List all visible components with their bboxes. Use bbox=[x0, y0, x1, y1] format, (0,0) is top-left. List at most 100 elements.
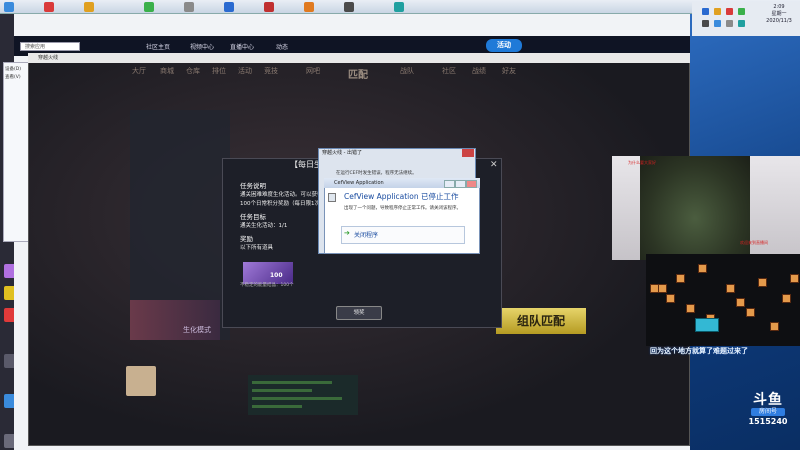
close-icon[interactable]: ✕ bbox=[490, 160, 498, 170]
task-desc-heading: 任务说明 bbox=[240, 182, 266, 190]
brick-tile bbox=[746, 308, 755, 317]
brick-tile bbox=[726, 284, 735, 293]
bio-mode-button[interactable]: 生化模式 bbox=[183, 325, 211, 335]
brick-tile bbox=[698, 264, 707, 273]
game-menu-item[interactable]: 商城 bbox=[160, 66, 174, 76]
tray-app-icon[interactable] bbox=[726, 8, 733, 15]
minimize-icon[interactable] bbox=[444, 180, 455, 188]
tray-app2-icon[interactable] bbox=[738, 8, 745, 15]
game-menu-item[interactable]: 社区 bbox=[442, 66, 456, 76]
reward-heading: 奖励 bbox=[240, 235, 253, 243]
reward-crystal-icon[interactable] bbox=[243, 262, 293, 284]
arrow-right-icon: ➔ bbox=[344, 229, 350, 237]
stat-bar bbox=[252, 381, 332, 384]
receive-button[interactable]: 领奖 bbox=[336, 306, 382, 320]
left-popup-item[interactable]: 设备(D) bbox=[5, 66, 29, 74]
game-title-bar[interactable]: 穿越火线 bbox=[28, 53, 690, 63]
app8-icon[interactable] bbox=[304, 2, 314, 12]
room-number: 1515240 bbox=[748, 417, 788, 426]
task-goal-text: 通关生化活动：1/1 bbox=[240, 223, 288, 229]
game-menu-item[interactable]: 活动 bbox=[238, 66, 252, 76]
error-outer-warning: 在运行CEF时发生错误，程序无法继续。 bbox=[336, 171, 417, 176]
app6-icon[interactable] bbox=[224, 2, 234, 12]
tray-app6-icon[interactable] bbox=[738, 20, 745, 27]
avatar[interactable] bbox=[126, 366, 156, 396]
error-heading: CefView Application 已停止工作 bbox=[344, 192, 459, 201]
reward-count: 100 bbox=[270, 272, 283, 279]
left-popup-window bbox=[3, 62, 31, 242]
game-menu: 大厅 商城 仓库 排位 活动 竞技 网吧 战队 社区 战绩 好友 bbox=[120, 66, 560, 80]
clock-time: 2:09 bbox=[773, 4, 785, 10]
stat-bar bbox=[252, 397, 342, 400]
taskbar bbox=[0, 0, 800, 14]
tray-app4-icon[interactable] bbox=[714, 20, 721, 27]
tray-app3-icon[interactable] bbox=[702, 20, 709, 27]
task-goal-heading: 任务目标 bbox=[240, 213, 266, 221]
team-match-button[interactable]: 组队匹配 bbox=[496, 308, 586, 334]
douyu-watermark: 斗鱼 房间号 1515240 bbox=[740, 392, 796, 432]
close-icon[interactable] bbox=[466, 180, 477, 188]
nav-feed[interactable]: 动态 bbox=[276, 42, 288, 51]
game-menu-item[interactable]: 好友 bbox=[502, 66, 516, 76]
brick-tile bbox=[790, 274, 799, 283]
task-dialog-body: 任务说明 通关困难难度生化活动。可以获得100个日常积分奖励（每日限1次） 任务… bbox=[240, 182, 330, 253]
game-menu-item[interactable]: 战绩 bbox=[472, 66, 486, 76]
app-window-icon bbox=[328, 193, 336, 202]
brick-tile bbox=[666, 294, 675, 303]
app5-icon[interactable] bbox=[184, 2, 194, 12]
danmu-comment: 回为这个地方就算了难题过来了 bbox=[650, 347, 748, 355]
app1-icon[interactable] bbox=[4, 2, 14, 12]
close-program-button[interactable]: 关闭程序 bbox=[341, 226, 465, 244]
brick-tile bbox=[782, 294, 791, 303]
stat-bar bbox=[252, 389, 312, 392]
app9-icon[interactable] bbox=[344, 2, 354, 12]
brick-tile bbox=[658, 284, 667, 293]
douyu-logo: 斗鱼 bbox=[753, 392, 783, 408]
clock[interactable]: 2:09 星期一 2020/11/3 bbox=[760, 4, 798, 25]
nav-video[interactable]: 视频中心 bbox=[190, 42, 214, 51]
stats-panel bbox=[248, 375, 358, 415]
left-popup-item[interactable]: 查看(V) bbox=[5, 74, 29, 82]
game-menu-item[interactable]: 仓库 bbox=[186, 66, 200, 76]
game-menu-item[interactable]: 排位 bbox=[212, 66, 226, 76]
brick-tile bbox=[686, 304, 695, 313]
game-overlay bbox=[646, 254, 800, 346]
nav-community[interactable]: 社区主页 bbox=[146, 42, 170, 51]
game-menu-item[interactable]: 战队 bbox=[400, 66, 414, 76]
app3-icon[interactable] bbox=[84, 2, 94, 12]
pipe-tile bbox=[695, 318, 719, 332]
room-label: 房间号 bbox=[751, 408, 785, 416]
left-popup-menu: 设备(D) 查看(V) bbox=[5, 66, 29, 82]
brick-tile bbox=[676, 274, 685, 283]
app2-icon[interactable] bbox=[44, 2, 54, 12]
tray-app5-icon[interactable] bbox=[726, 20, 733, 27]
error-message: 出现了一个问题，导致程序停止正常工作。请关闭该程序。 bbox=[344, 206, 461, 211]
stat-bar bbox=[252, 405, 302, 408]
match-tab[interactable]: 匹配 bbox=[348, 66, 368, 81]
game-menu-item[interactable]: 竞技 bbox=[264, 66, 278, 76]
webcam-red-text: 欢迎来到直播间 bbox=[740, 240, 768, 245]
app10-icon[interactable] bbox=[394, 2, 404, 12]
app7-icon[interactable] bbox=[264, 2, 274, 12]
close-icon[interactable] bbox=[462, 149, 474, 157]
webcam-banner: 为什么要大家好 bbox=[628, 160, 656, 165]
brick-tile bbox=[770, 322, 779, 331]
task-desc-text: 通关困难难度生化活动。可以获得100个日常积分奖励（每日限1次） bbox=[240, 192, 326, 207]
nav-live[interactable]: 直播中心 bbox=[230, 42, 254, 51]
reward-text: 以下所有道具 bbox=[240, 245, 274, 251]
search-input[interactable]: 搜索应用 bbox=[20, 42, 80, 51]
game-menu-item[interactable]: 网吧 bbox=[306, 66, 320, 76]
streamer-video bbox=[640, 156, 750, 260]
game-menu-item[interactable]: 大厅 bbox=[132, 66, 146, 76]
tray-network-icon[interactable] bbox=[702, 8, 709, 15]
clock-date: 2020/11/3 bbox=[766, 18, 792, 24]
tray-volume-icon[interactable] bbox=[714, 8, 721, 15]
clock-day: 星期一 bbox=[771, 11, 787, 17]
maximize-icon[interactable] bbox=[455, 180, 466, 188]
live-button[interactable]: 活动 bbox=[486, 39, 522, 52]
brick-tile bbox=[736, 298, 745, 307]
brick-tile bbox=[758, 278, 767, 287]
reward-label: 不稳定的能量结晶：100个 bbox=[240, 283, 294, 288]
error-outer-title: 穿越火线 - 出错了 bbox=[322, 150, 362, 156]
app4-icon[interactable] bbox=[144, 2, 154, 12]
